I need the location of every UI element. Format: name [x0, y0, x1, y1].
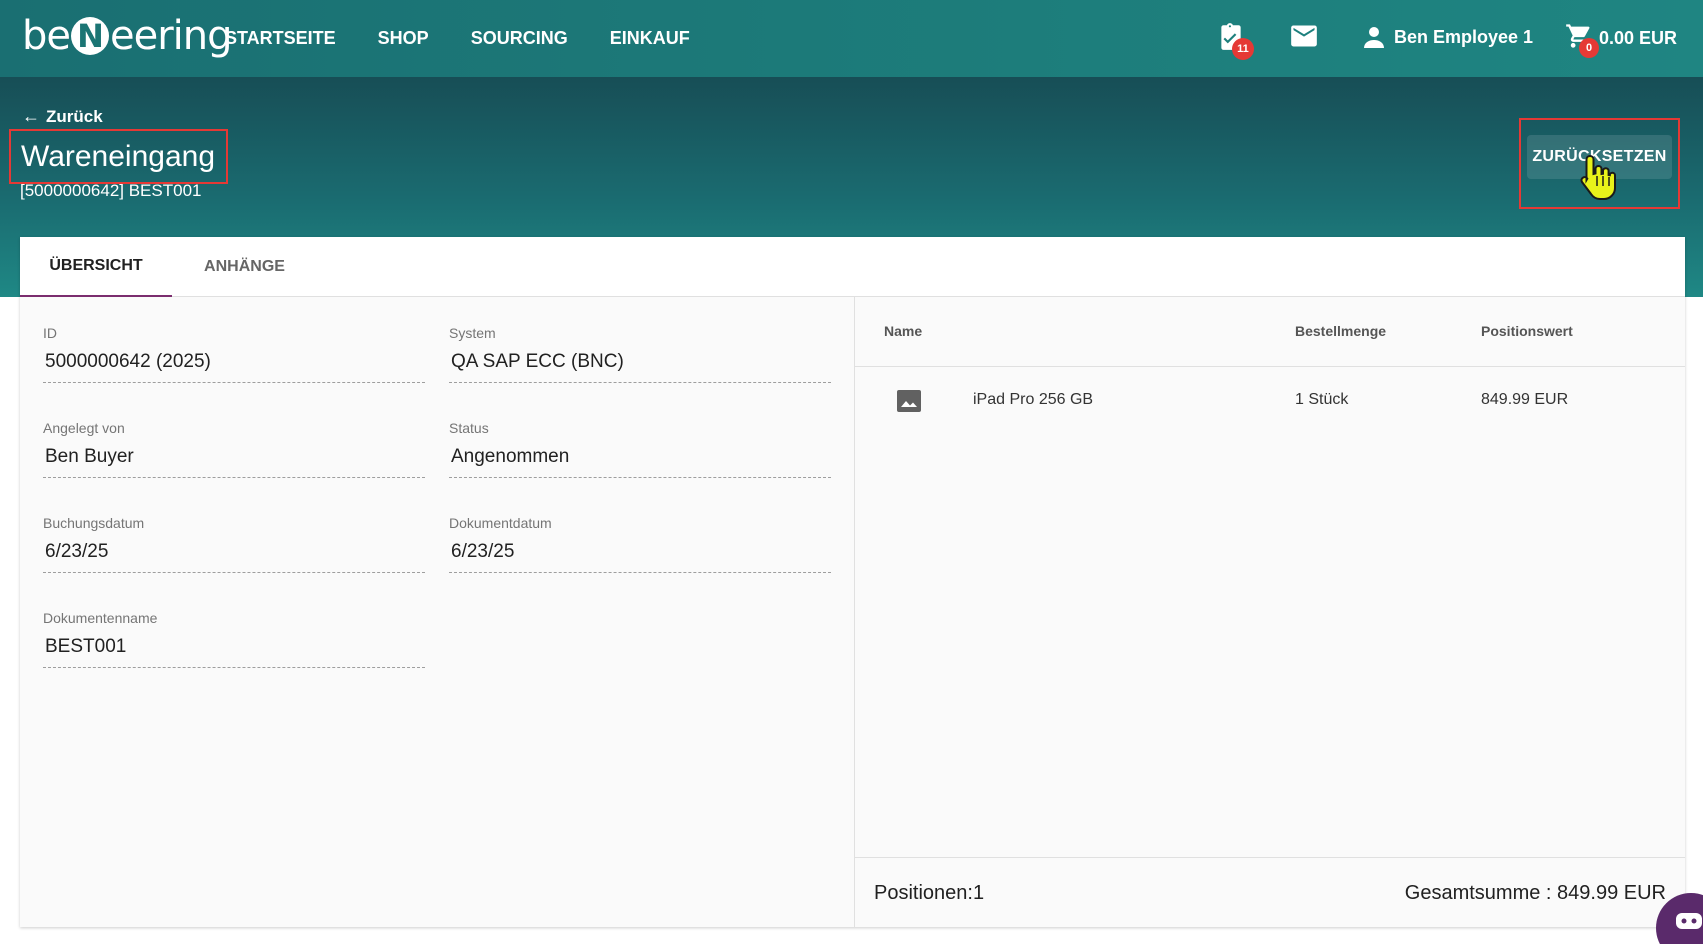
field-id-value: 5000000642 (2025)	[43, 351, 425, 383]
benneering-logo[interactable]: be Neering	[22, 12, 233, 60]
column-header-name[interactable]: Name	[884, 323, 922, 339]
field-posting-date-label: Buchungsdatum	[43, 515, 145, 531]
field-system-value: QA SAP ECC (BNC)	[449, 351, 831, 383]
nav-startseite[interactable]: STARTSEITE	[225, 28, 336, 49]
main-nav: STARTSEITE SHOP SOURCING EINKAUF	[225, 0, 690, 77]
field-created-by: Angelegt von Ben Buyer	[43, 420, 425, 478]
field-document-name-label: Dokumentenname	[43, 610, 158, 626]
field-posting-date-value: 6/23/25	[43, 541, 425, 573]
field-created-by-value: Ben Buyer	[43, 446, 425, 478]
cart-icon-wrap: 0	[1565, 22, 1599, 58]
field-status: Status Angenommen	[449, 420, 831, 478]
field-id: ID 5000000642 (2025)	[43, 325, 425, 383]
cart-button[interactable]: 0 0.00 EUR	[1565, 22, 1678, 58]
user-menu[interactable]: Ben Employee 1	[1362, 24, 1533, 50]
nav-shop[interactable]: SHOP	[378, 28, 429, 49]
field-posting-date: Buchungsdatum 6/23/25	[43, 515, 425, 573]
field-status-value: Angenommen	[449, 446, 831, 478]
field-created-by-label: Angelegt von	[43, 420, 125, 436]
page-title: Wareneingang	[9, 129, 228, 184]
hand-cursor-icon	[1580, 154, 1616, 200]
cart-count-badge: 0	[1579, 38, 1599, 58]
logo-text-post: eering	[110, 13, 233, 59]
user-name: Ben Employee 1	[1394, 26, 1534, 47]
back-link[interactable]: ← Zurück	[22, 106, 103, 127]
table-row[interactable]: iPad Pro 256 GB 1 Stück 849.99 EUR	[855, 367, 1685, 435]
tab-bar: ÜBERSICHT ANHÄNGE	[20, 237, 1685, 297]
logo-n-mark: N	[71, 17, 109, 55]
row-item-name: iPad Pro 256 GB	[973, 391, 1094, 408]
field-system: System QA SAP ECC (BNC)	[449, 325, 831, 383]
field-document-date: Dokumentdatum 6/23/25	[449, 515, 831, 573]
field-document-date-label: Dokumentdatum	[449, 515, 552, 531]
details-pane: ID 5000000642 (2025) System QA SAP ECC (…	[20, 297, 854, 927]
messages-button[interactable]	[1290, 25, 1318, 49]
nav-einkauf[interactable]: EINKAUF	[610, 28, 690, 49]
back-link-label: Zurück	[46, 106, 103, 126]
logo-text-pre: be	[22, 13, 71, 59]
goods-receipt-card: ÜBERSICHT ANHÄNGE ID 5000000642 (2025) S…	[20, 237, 1685, 927]
field-system-label: System	[449, 325, 496, 341]
items-pane: Name Bestellmenge Positionswert iPad Pro…	[855, 297, 1685, 927]
nav-sourcing[interactable]: SOURCING	[471, 28, 568, 49]
page-subtitle: [5000000642] BEST001	[20, 181, 202, 200]
tab-uebersicht[interactable]: ÜBERSICHT	[20, 237, 172, 297]
field-document-name: Dokumentenname BEST001	[43, 610, 425, 668]
column-header-quantity[interactable]: Bestellmenge	[1295, 323, 1386, 339]
field-id-label: ID	[43, 325, 57, 341]
total-sum: Gesamtsumme : 849.99 EUR	[1404, 882, 1666, 904]
tasks-button[interactable]: 11	[1218, 22, 1254, 60]
field-document-name-value: BEST001	[43, 636, 425, 668]
row-item-quantity: 1 Stück	[1295, 391, 1349, 408]
table-footer: Positionen:1 Gesamtsumme : 849.99 EUR	[855, 857, 1685, 927]
tasks-count-badge: 11	[1232, 38, 1254, 60]
mail-icon	[1291, 25, 1317, 47]
field-status-label: Status	[449, 420, 489, 436]
cart-amount: 0.00 EUR	[1599, 27, 1678, 48]
arrow-left-icon: ←	[22, 106, 40, 126]
column-header-value[interactable]: Positionswert	[1481, 323, 1573, 339]
field-document-date-value: 6/23/25	[449, 541, 831, 573]
table-header: Name Bestellmenge Positionswert	[855, 297, 1685, 367]
positions-count: Positionen:1	[874, 882, 985, 904]
user-icon	[1364, 27, 1384, 48]
tab-anhaenge[interactable]: ANHÄNGE	[172, 237, 317, 297]
image-placeholder-icon	[897, 390, 921, 412]
robot-icon	[1676, 913, 1702, 929]
row-item-value: 849.99 EUR	[1481, 391, 1569, 408]
